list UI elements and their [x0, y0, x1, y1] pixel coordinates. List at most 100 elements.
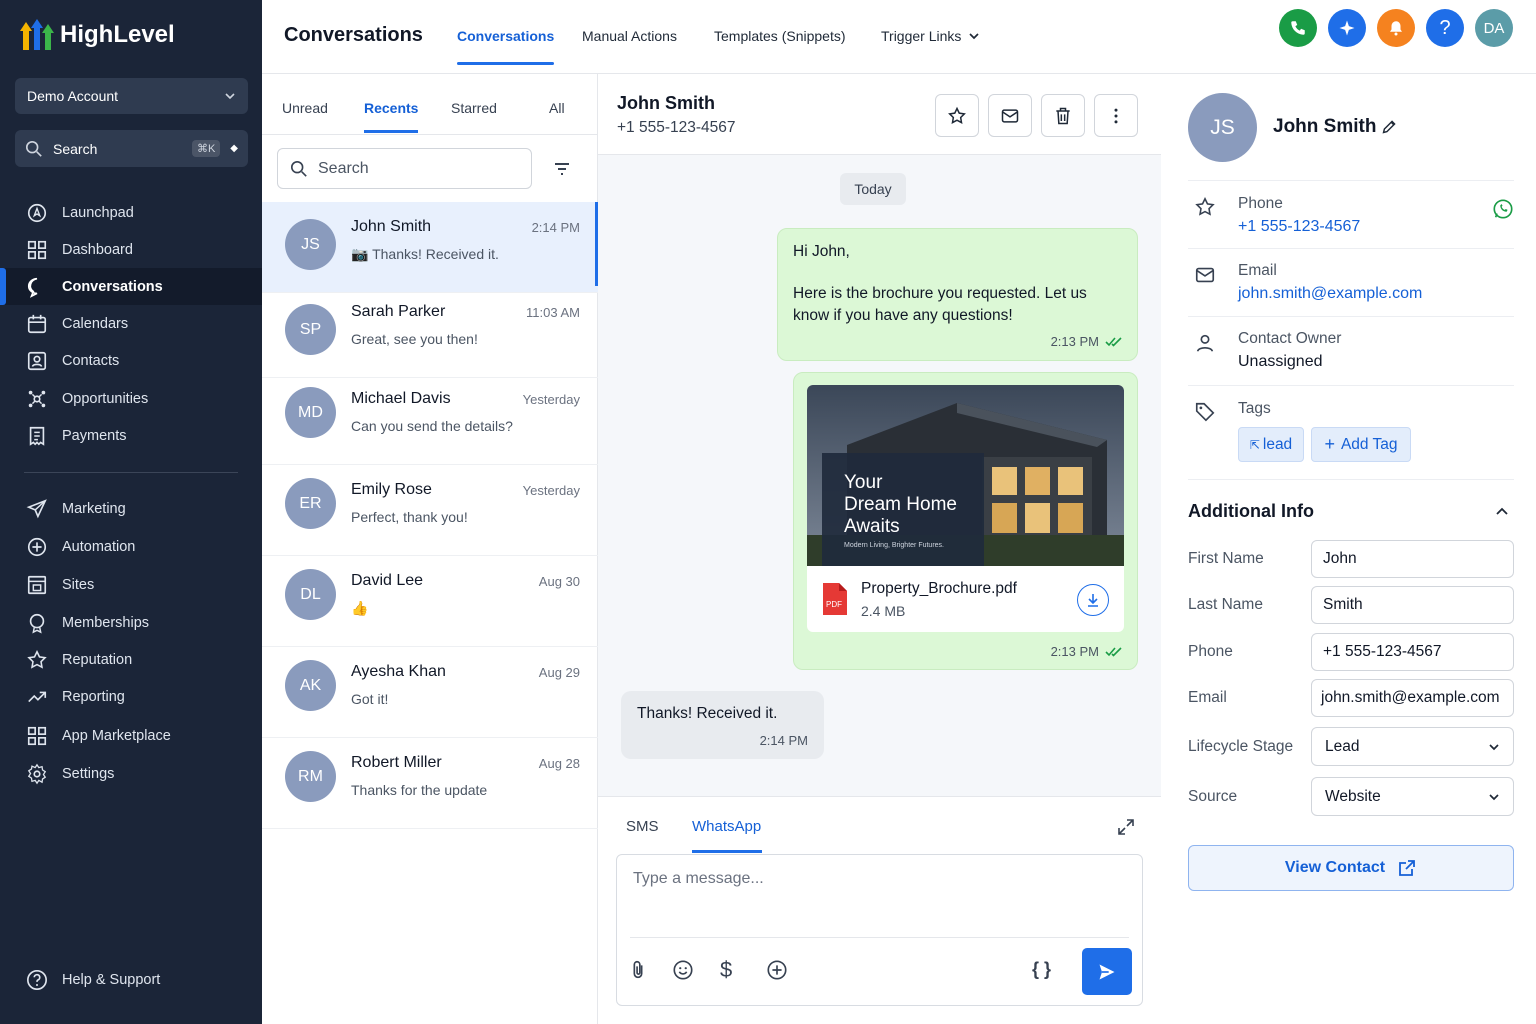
- chevron-down-icon: [969, 33, 980, 40]
- avatar: RM: [285, 751, 336, 802]
- edit-name-button[interactable]: [1381, 118, 1398, 135]
- delete-button[interactable]: [1041, 94, 1085, 137]
- chat-panel: John Smith +1 555-123-4567 Today Hi John…: [598, 74, 1161, 1024]
- download-button[interactable]: [1077, 584, 1109, 616]
- conversation-search-input[interactable]: Search: [277, 148, 532, 189]
- sidebar-item-label: Calendars: [62, 315, 129, 332]
- custom-values-button[interactable]: { }: [1032, 959, 1051, 980]
- payment-button[interactable]: $: [720, 957, 732, 983]
- expand-button[interactable]: [1117, 818, 1135, 836]
- source-select[interactable]: Website: [1311, 777, 1514, 816]
- conversation-item[interactable]: RM Robert Miller Aug 28 Thanks for the u…: [262, 738, 598, 829]
- sidebar-item-reputation[interactable]: Reputation: [0, 641, 262, 678]
- cursor-icon: ⇱: [1249, 437, 1260, 452]
- message-preview: Thanks for the update: [351, 782, 488, 798]
- view-contact-label: View Contact: [1284, 859, 1386, 876]
- account-name: Demo Account: [27, 88, 119, 104]
- filter-button[interactable]: [552, 159, 572, 179]
- sidebar-item-automation[interactable]: Automation: [0, 528, 262, 565]
- add-tag-label: Add Tag: [1340, 435, 1398, 453]
- last-name-field[interactable]: Smith: [1311, 586, 1514, 624]
- sidebar-item-app-marketplace[interactable]: App Marketplace: [0, 717, 262, 754]
- expand-icon: [1118, 819, 1134, 835]
- sidebar-item-marketing[interactable]: Marketing: [0, 490, 262, 527]
- gear-icon: [27, 763, 47, 784]
- sidebar-search[interactable]: Search ⌘K ◆: [15, 130, 248, 167]
- avatar: JS: [285, 219, 336, 270]
- sidebar-item-contacts[interactable]: Contacts: [0, 342, 262, 379]
- sidebar-item-reporting[interactable]: Reporting: [0, 678, 262, 715]
- chat-icon: [28, 277, 38, 298]
- sidebar-item-sites[interactable]: Sites: [0, 566, 262, 603]
- tab-trigger-links[interactable]: Trigger Links: [881, 28, 980, 44]
- trash-icon: [1056, 107, 1070, 124]
- conversation-item[interactable]: SP Sarah Parker 11:03 AM Great, see you …: [262, 287, 598, 378]
- conversation-item[interactable]: ER Emily Rose Yesterday Perfect, thank y…: [262, 465, 598, 556]
- search-icon: [25, 140, 42, 157]
- phone-link[interactable]: +1 555-123-4567: [1238, 218, 1360, 236]
- tab-templates[interactable]: Templates (Snippets): [714, 28, 846, 44]
- phone-field[interactable]: +1 555-123-4567: [1311, 633, 1514, 671]
- notifications-button[interactable]: [1377, 9, 1415, 47]
- avatar: ER: [285, 478, 336, 529]
- emoji-button[interactable]: [672, 959, 694, 981]
- filter-all[interactable]: All: [549, 100, 565, 116]
- tab-sms[interactable]: SMS: [626, 818, 659, 835]
- star-button[interactable]: [935, 94, 979, 137]
- first-name-field[interactable]: John: [1311, 540, 1514, 578]
- phone-button[interactable]: [1279, 9, 1317, 47]
- filter-divider: [262, 134, 598, 135]
- sidebar-item-settings[interactable]: Settings: [0, 755, 262, 792]
- conversation-item[interactable]: AK Ayesha Khan Aug 29 Got it!: [262, 647, 598, 738]
- user-avatar[interactable]: DA: [1475, 9, 1513, 47]
- add-tag-button[interactable]: + Add Tag: [1311, 427, 1411, 462]
- tab-conversations[interactable]: Conversations: [457, 28, 555, 65]
- sidebar-item-conversations[interactable]: Conversations: [0, 268, 262, 305]
- filter-recents[interactable]: Recents: [364, 100, 419, 133]
- tag-chip[interactable]: ⇱ lead: [1238, 427, 1304, 462]
- app-logo[interactable]: HighLevel: [20, 18, 175, 52]
- attachment-card[interactable]: Your Dream Home Awaits Modern Living, Br…: [807, 385, 1124, 632]
- filter-unread[interactable]: Unread: [282, 100, 328, 116]
- lifecycle-stage-select[interactable]: Lead: [1311, 727, 1514, 766]
- conversation-list-panel: Unread Recents Starred All Search JS Joh…: [262, 74, 598, 1024]
- email-button[interactable]: [988, 94, 1032, 137]
- collapse-button[interactable]: [1494, 504, 1510, 520]
- sidebar-item-memberships[interactable]: Memberships: [0, 604, 262, 641]
- message-time: Yesterday: [522, 392, 580, 407]
- star-icon: [27, 649, 47, 669]
- send-button[interactable]: [1082, 948, 1132, 995]
- owner-value[interactable]: Unassigned: [1238, 353, 1323, 371]
- conversation-item[interactable]: MD Michael Davis Yesterday Can you send …: [262, 374, 598, 465]
- conversation-item[interactable]: DL David Lee Aug 30 👍: [262, 556, 598, 647]
- account-switcher[interactable]: Demo Account: [15, 78, 248, 114]
- whatsapp-icon[interactable]: [1492, 198, 1514, 220]
- add-button[interactable]: [766, 959, 788, 981]
- attach-button[interactable]: [627, 959, 649, 981]
- sidebar-item-payments[interactable]: Payments: [0, 417, 262, 454]
- filter-starred[interactable]: Starred: [451, 100, 497, 116]
- attachment-filename: Property_Brochure.pdf: [861, 580, 1017, 597]
- contact-email-row: Email john.smith@example.com: [1188, 249, 1514, 317]
- message-time: 2:14 PM: [531, 220, 580, 235]
- sidebar-item-opportunities[interactable]: Opportunities: [0, 380, 262, 417]
- message-input-box[interactable]: Type a message... $ { }: [616, 854, 1143, 1006]
- view-contact-button[interactable]: View Contact: [1188, 845, 1514, 891]
- incoming-message: Thanks! Received it. 2:14 PM: [621, 691, 824, 759]
- sidebar-item-dashboard[interactable]: Dashboard: [0, 231, 262, 268]
- conversation-item[interactable]: JS John Smith 2:14 PM 📷 Thanks! Received…: [262, 202, 598, 293]
- help-support-link[interactable]: Help & Support: [0, 961, 262, 998]
- message-meta: 2:13 PM: [1051, 334, 1123, 349]
- sidebar-item-calendars[interactable]: Calendars: [0, 305, 262, 342]
- avatar: AK: [285, 660, 336, 711]
- sidebar-item-launchpad[interactable]: Launchpad: [0, 194, 262, 231]
- brochure-headline-line2: Dream Home: [844, 494, 957, 515]
- braces-icon: { }: [1032, 959, 1052, 979]
- help-button[interactable]: ?: [1426, 9, 1464, 47]
- tab-whatsapp[interactable]: WhatsApp: [692, 818, 763, 853]
- tab-manual-actions[interactable]: Manual Actions: [582, 28, 677, 44]
- ai-assistant-button[interactable]: [1328, 9, 1366, 47]
- email-field[interactable]: john.smith@example.com: [1311, 679, 1514, 717]
- more-button[interactable]: [1094, 94, 1138, 137]
- email-link[interactable]: john.smith@example.com: [1238, 285, 1422, 303]
